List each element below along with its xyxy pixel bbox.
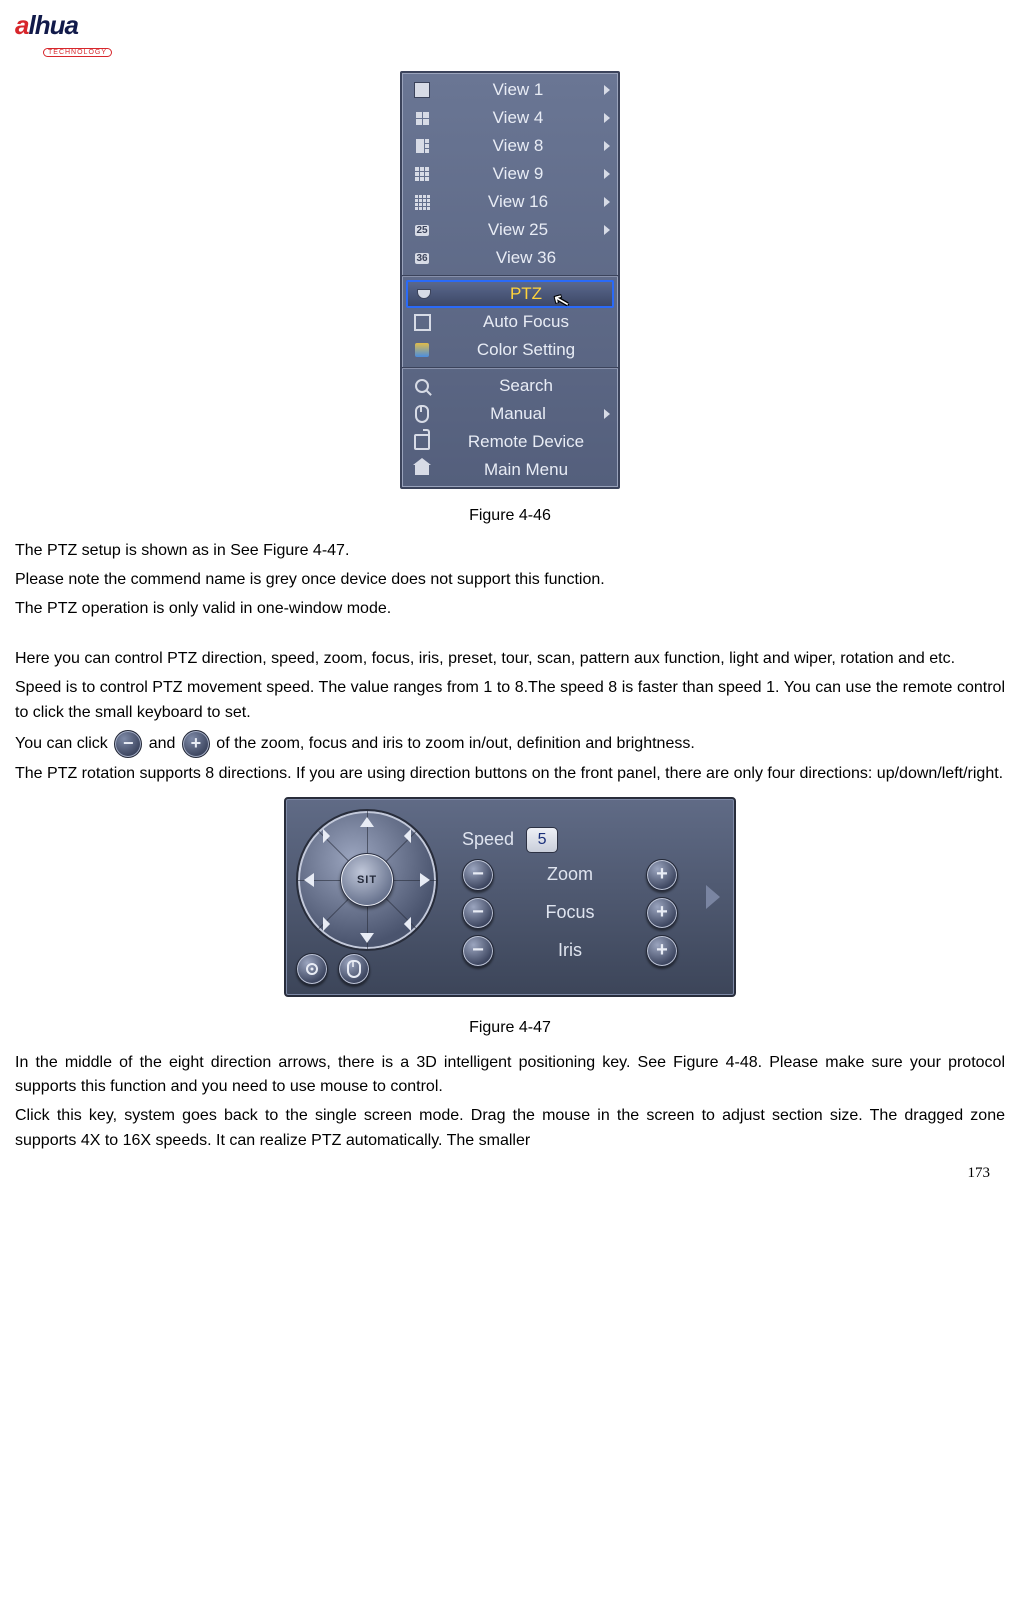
view9-icon [412, 165, 432, 183]
speed-value[interactable]: 5 [526, 827, 558, 853]
paragraph: Speed is to control PTZ movement speed. … [15, 676, 1005, 726]
search-icon [412, 377, 432, 395]
paragraph: Please note the commend name is grey onc… [15, 568, 1005, 593]
ptz-down-button[interactable] [360, 933, 374, 943]
menu-label: Manual [442, 404, 594, 424]
autofocus-icon [412, 313, 432, 331]
menu-label: View 8 [442, 136, 594, 156]
menu-label: View 9 [442, 164, 594, 184]
menu-label: View 36 [442, 248, 610, 268]
ptz-mouse-button[interactable] [338, 953, 370, 985]
view4-icon [412, 109, 432, 127]
page-number: 173 [968, 1165, 991, 1182]
menu-view-25[interactable]: 25 View 25 [402, 216, 618, 244]
menu-label: View 4 [442, 108, 594, 128]
menu-view-16[interactable]: View 16 [402, 188, 618, 216]
iris-out-button[interactable]: − [462, 935, 494, 967]
ptz-right-button[interactable] [420, 873, 430, 887]
submenu-arrow-icon [604, 169, 610, 179]
figure-caption-46: Figure 4-46 [15, 507, 1005, 525]
ptz-up-button[interactable] [360, 817, 374, 827]
ptz-sit-button[interactable]: SIT [340, 853, 394, 907]
menu-manual[interactable]: Manual [402, 400, 618, 428]
zoom-label: Zoom [506, 864, 634, 885]
menu-label: View 25 [442, 220, 594, 240]
logo-blue: lhua [28, 10, 77, 40]
menu-auto-focus[interactable]: Auto Focus [402, 308, 618, 336]
view8-icon [412, 137, 432, 155]
logo: alhua TECHNOLOGY [15, 10, 1005, 59]
menu-label: View 1 [442, 80, 594, 100]
mouse-icon [412, 405, 432, 423]
menu-search[interactable]: Search [402, 372, 618, 400]
zoom-in-button[interactable]: + [646, 859, 678, 891]
menu-label: View 16 [442, 192, 594, 212]
submenu-arrow-icon [604, 113, 610, 123]
logo-red: a [15, 10, 28, 40]
menu-label: Search [442, 376, 610, 396]
menu-label: PTZ [444, 284, 608, 304]
menu-view-36[interactable]: 36 View 36 [402, 244, 618, 272]
expand-arrow-icon[interactable] [706, 885, 720, 909]
home-icon [412, 461, 432, 479]
paragraph: The PTZ operation is only valid in one-w… [15, 597, 1005, 622]
submenu-arrow-icon [604, 197, 610, 207]
ptz-icon [414, 285, 434, 303]
text-span: of the zoom, focus and iris to zoom in/o… [216, 735, 695, 752]
plus-icon: + [182, 730, 210, 758]
menu-view-1[interactable]: View 1 [402, 76, 618, 104]
speed-label: Speed [462, 829, 514, 850]
menu-view-8[interactable]: View 8 [402, 132, 618, 160]
submenu-arrow-icon [604, 225, 610, 235]
paragraph: Here you can control PTZ direction, spee… [15, 647, 1005, 672]
paragraph: You can click − and + of the zoom, focus… [15, 730, 1005, 758]
menu-view-9[interactable]: View 9 [402, 160, 618, 188]
paragraph: The PTZ rotation supports 8 directions. … [15, 762, 1005, 787]
ptz-left-button[interactable] [304, 873, 314, 887]
focus-in-button[interactable]: + [646, 897, 678, 929]
menu-color-setting[interactable]: Color Setting [402, 336, 618, 364]
ptz-settings-button[interactable] [296, 953, 328, 985]
ptz-panel: SIT Speed 5 − Zoom [284, 797, 736, 997]
iris-label: Iris [506, 940, 634, 961]
submenu-arrow-icon [604, 141, 610, 151]
color-icon [412, 341, 432, 359]
focus-out-button[interactable]: − [462, 897, 494, 929]
menu-label: Main Menu [442, 460, 610, 480]
submenu-arrow-icon [604, 409, 610, 419]
ptz-direction-pad: SIT [296, 809, 438, 951]
view16-icon [412, 193, 432, 211]
context-menu: View 1 View 4 View 8 View 9 [400, 71, 620, 489]
zoom-out-button[interactable]: − [462, 859, 494, 891]
logo-sub: TECHNOLOGY [43, 48, 112, 57]
submenu-arrow-icon [604, 85, 610, 95]
paragraph: The PTZ setup is shown as in See Figure … [15, 539, 1005, 564]
menu-ptz[interactable]: PTZ ↖ [406, 280, 614, 308]
menu-label: Auto Focus [442, 312, 610, 332]
iris-in-button[interactable]: + [646, 935, 678, 967]
figure-caption-47: Figure 4-47 [15, 1019, 1005, 1037]
minus-icon: − [114, 730, 142, 758]
focus-label: Focus [506, 902, 634, 923]
menu-label: Remote Device [442, 432, 610, 452]
paragraph: Click this key, system goes back to the … [15, 1104, 1005, 1154]
text-span: You can click [15, 735, 112, 752]
text-span: and [149, 735, 180, 752]
view25-icon: 25 [412, 221, 432, 239]
remote-icon [412, 433, 432, 451]
view36-icon: 36 [412, 249, 432, 267]
menu-main-menu[interactable]: Main Menu [402, 456, 618, 484]
paragraph: In the middle of the eight direction arr… [15, 1051, 1005, 1101]
menu-remote-device[interactable]: Remote Device [402, 428, 618, 456]
menu-label: Color Setting [442, 340, 610, 360]
menu-view-4[interactable]: View 4 [402, 104, 618, 132]
view1-icon [412, 81, 432, 99]
